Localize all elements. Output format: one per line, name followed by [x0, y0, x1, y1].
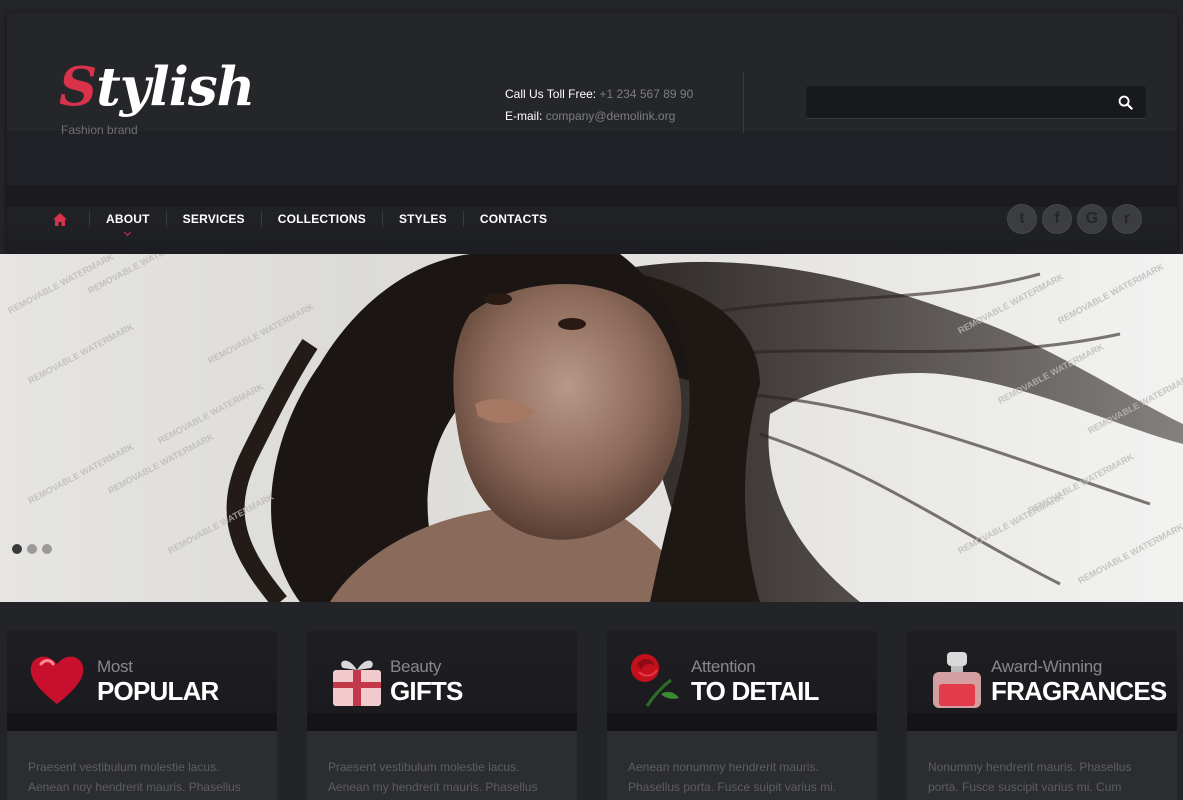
facebook-icon[interactable]: f [1042, 204, 1072, 234]
nav-item-about[interactable]: ABOUT [106, 212, 150, 226]
feature-card-gifts[interactable]: Beauty GIFTS Praesent vestibulum molesti… [307, 630, 577, 800]
main-nav: ABOUT SERVICES COLLECTIONS STYLES CONTAC… [47, 209, 547, 229]
heart-icon [30, 656, 84, 704]
feature-big-title: GIFTS [390, 676, 463, 706]
nav-separator [462, 211, 464, 227]
nav-separator [381, 211, 383, 227]
search-icon[interactable] [1118, 95, 1133, 110]
tagline: Fashion brand [61, 123, 138, 137]
svg-text:REMOVABLE WATERMARK: REMOVABLE WATERMARK [1076, 521, 1183, 586]
feature-card-header: Most POPULAR [7, 630, 277, 731]
nav-bar-top [7, 185, 1177, 207]
feature-card-header: Award-Winning FRAGRANCES [907, 630, 1177, 731]
svg-text:REMOVABLE WATERMARK: REMOVABLE WATERMARK [26, 321, 135, 386]
feature-card-header-shadow [7, 713, 277, 731]
feature-big-title: TO DETAIL [691, 676, 819, 706]
feature-card-detail[interactable]: Attention TO DETAIL Aenean nonummy hendr… [607, 630, 877, 800]
slider-dot[interactable] [27, 544, 37, 554]
feature-card-header-shadow [307, 713, 577, 731]
rss-icon[interactable]: r [1112, 204, 1142, 234]
hero-slider[interactable]: REMOVABLE WATERMARK REMOVABLE WATERMARK … [0, 254, 1183, 602]
google-icon[interactable]: G [1077, 204, 1107, 234]
feature-card-text: Praesent vestibulum molestie lacus. Aene… [307, 731, 577, 800]
email-value[interactable]: company@demolink.org [546, 109, 676, 123]
contact-info: Call Us Toll Free: +1 234 567 89 90 E-ma… [505, 83, 693, 127]
feature-card-text: Praesent vestibulum molestie lacus. Aene… [7, 731, 277, 800]
home-link[interactable] [47, 209, 73, 229]
twitter-icon[interactable]: t [1007, 204, 1037, 234]
slider-pagination [12, 544, 52, 554]
nav-separator [165, 211, 167, 227]
feature-card-header-shadow [607, 713, 877, 731]
rose-icon [631, 654, 679, 707]
social-links: t f G r [1007, 204, 1142, 234]
phone-label: Call Us Toll Free: [505, 87, 597, 101]
search-box [806, 86, 1146, 119]
feature-card-text: Nonummy hendrerit mauris. Phasellus port… [907, 731, 1177, 800]
feature-small-title: Attention [691, 657, 756, 676]
email-label: E-mail: [505, 109, 543, 123]
svg-text:REMOVABLE WATERMARK: REMOVABLE WATERMARK [166, 491, 275, 556]
slider-dot[interactable] [12, 544, 22, 554]
feature-big-title: POPULAR [97, 676, 219, 706]
nav-separator [89, 211, 90, 227]
feature-card-fragrances[interactable]: Award-Winning FRAGRANCES Nonummy hendrer… [907, 630, 1177, 800]
gift-icon [333, 660, 381, 706]
feature-small-title: Most [97, 657, 133, 676]
nav-separator [260, 211, 262, 227]
feature-card-header: Beauty GIFTS [307, 630, 577, 731]
header-divider [743, 73, 744, 133]
feature-card-text: Aenean nonummy hendrerit mauris. Phasell… [607, 731, 877, 800]
feature-card-header-shadow [907, 713, 1177, 731]
header-band [7, 131, 1177, 185]
logo[interactable]: Stylish [59, 57, 255, 117]
feature-small-title: Beauty [390, 657, 442, 676]
nav-item-contacts[interactable]: CONTACTS [480, 212, 547, 226]
feature-card-popular[interactable]: Most POPULAR Praesent vestibulum molesti… [7, 630, 277, 800]
feature-small-title: Award-Winning [991, 657, 1103, 676]
nav-item-services[interactable]: SERVICES [183, 212, 245, 226]
phone-value: +1 234 567 89 90 [599, 87, 694, 101]
svg-text:REMOVABLE WATERMARK: REMOVABLE WATERMARK [26, 441, 135, 506]
search-input[interactable] [806, 86, 1106, 118]
svg-text:REMOVABLE WATERMARK: REMOVABLE WATERMARK [956, 491, 1065, 556]
hero-image: REMOVABLE WATERMARK REMOVABLE WATERMARK … [6, 254, 1183, 602]
site-header: Stylish Fashion brand Call Us Toll Free:… [7, 13, 1177, 254]
perfume-icon [933, 652, 981, 708]
slider-dot[interactable] [42, 544, 52, 554]
home-icon [53, 212, 67, 226]
nav-item-styles[interactable]: STYLES [399, 212, 447, 226]
svg-text:REMOVABLE WATERMARK: REMOVABLE WATERMARK [1056, 261, 1165, 326]
nav-item-collections[interactable]: COLLECTIONS [278, 212, 366, 226]
feature-big-title: FRAGRANCES [991, 676, 1167, 706]
feature-card-header: Attention TO DETAIL [607, 630, 877, 731]
